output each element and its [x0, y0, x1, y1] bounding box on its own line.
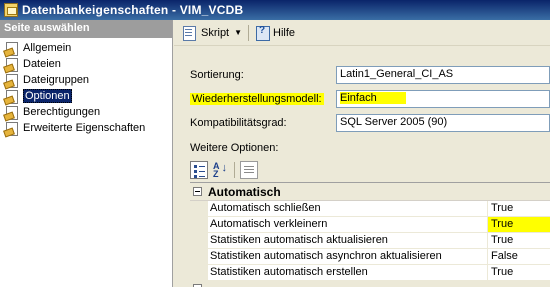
help-button[interactable]: Hilfe	[253, 23, 297, 43]
toolbar-separator	[248, 24, 250, 41]
category-next-collapsed[interactable]	[190, 281, 550, 287]
property-row[interactable]: Statistiken automatisch erstellen True	[190, 265, 550, 281]
chevron-down-icon[interactable]: ▼	[234, 28, 242, 37]
property-name: Statistiken automatisch asynchron aktual…	[208, 249, 488, 264]
recovery-model-row: Wiederherstellungsmodell:	[190, 90, 336, 108]
property-pages-icon[interactable]	[240, 161, 258, 179]
recovery-model-field[interactable]: Einfach	[336, 90, 550, 108]
property-value[interactable]: True	[488, 265, 550, 280]
property-value[interactable]: False	[488, 249, 550, 264]
page-item-allgemein[interactable]: Allgemein	[0, 40, 172, 56]
page-icon	[4, 121, 20, 136]
grid-toolbar-separator	[234, 162, 235, 178]
recovery-model-label: Wiederherstellungsmodell:	[190, 93, 324, 105]
alphabetical-sort-icon[interactable]: A Z ↓	[211, 161, 229, 179]
help-label: Hilfe	[273, 26, 296, 39]
property-row[interactable]: Statistiken automatisch asynchron aktual…	[190, 249, 550, 265]
window-title: Datenbankeigenschaften - VIM_VCDB	[22, 3, 244, 17]
property-row[interactable]: Automatisch schließen True	[190, 201, 550, 217]
script-icon	[182, 25, 197, 41]
compatibility-field[interactable]: SQL Server 2005 (90)	[336, 114, 550, 132]
title-bar: Datenbankeigenschaften - VIM_VCDB	[0, 0, 550, 20]
categorized-icon[interactable]	[190, 161, 208, 179]
script-label: Skript	[201, 26, 230, 39]
more-options-label: Weitere Optionen:	[190, 142, 279, 154]
property-name: Statistiken automatisch aktualisieren	[208, 233, 488, 248]
page-item-erweiterte-eigenschaften[interactable]: Erweiterte Eigenschaften	[0, 120, 172, 136]
help-icon	[255, 25, 271, 41]
page-icon	[4, 73, 20, 88]
toolbar: Skript ▼ Hilfe	[174, 20, 550, 46]
page-selector-header: Seite auswählen	[0, 20, 172, 38]
options-panel: Skript ▼ Hilfe Sortierung: Latin1_Genera…	[174, 20, 550, 287]
property-name: Statistiken automatisch erstellen	[208, 265, 488, 280]
property-row[interactable]: Statistiken automatisch aktualisieren Tr…	[190, 233, 550, 249]
page-item-berechtigungen[interactable]: Berechtigungen	[0, 104, 172, 120]
collation-label: Sortierung:	[190, 69, 244, 81]
page-item-dateigruppen[interactable]: Dateigruppen	[0, 72, 172, 88]
property-value[interactable]: True	[488, 201, 550, 216]
property-name: Automatisch verkleinern	[208, 217, 488, 232]
property-name: Automatisch schließen	[208, 201, 488, 216]
compatibility-label: Kompatibilitätsgrad:	[190, 117, 287, 129]
category-automatisch[interactable]: Automatisch	[190, 183, 550, 201]
property-grid: Automatisch Automatisch schließen True A…	[190, 182, 550, 287]
collation-field[interactable]: Latin1_General_CI_AS	[336, 66, 550, 84]
compatibility-row: Kompatibilitätsgrad:	[190, 114, 336, 132]
page-icon	[4, 105, 20, 120]
collapse-icon[interactable]	[193, 187, 202, 196]
page-selector-panel: Seite auswählen Allgemein Dateien Dateig…	[0, 20, 173, 287]
page-list: Allgemein Dateien Dateigruppen Optionen …	[0, 38, 172, 136]
page-item-dateien[interactable]: Dateien	[0, 56, 172, 72]
page-icon	[4, 41, 20, 56]
script-button[interactable]: Skript ▼	[180, 23, 244, 43]
property-value[interactable]: True	[488, 217, 550, 232]
property-value[interactable]: True	[488, 233, 550, 248]
page-icon	[4, 89, 20, 104]
database-properties-icon	[4, 3, 18, 17]
page-icon	[4, 57, 20, 72]
category-label: Automatisch	[208, 184, 281, 199]
collation-row: Sortierung:	[190, 66, 336, 84]
grid-toolbar: A Z ↓	[190, 160, 261, 180]
property-row[interactable]: Automatisch verkleinern True	[190, 217, 550, 233]
page-item-optionen[interactable]: Optionen	[0, 88, 172, 104]
